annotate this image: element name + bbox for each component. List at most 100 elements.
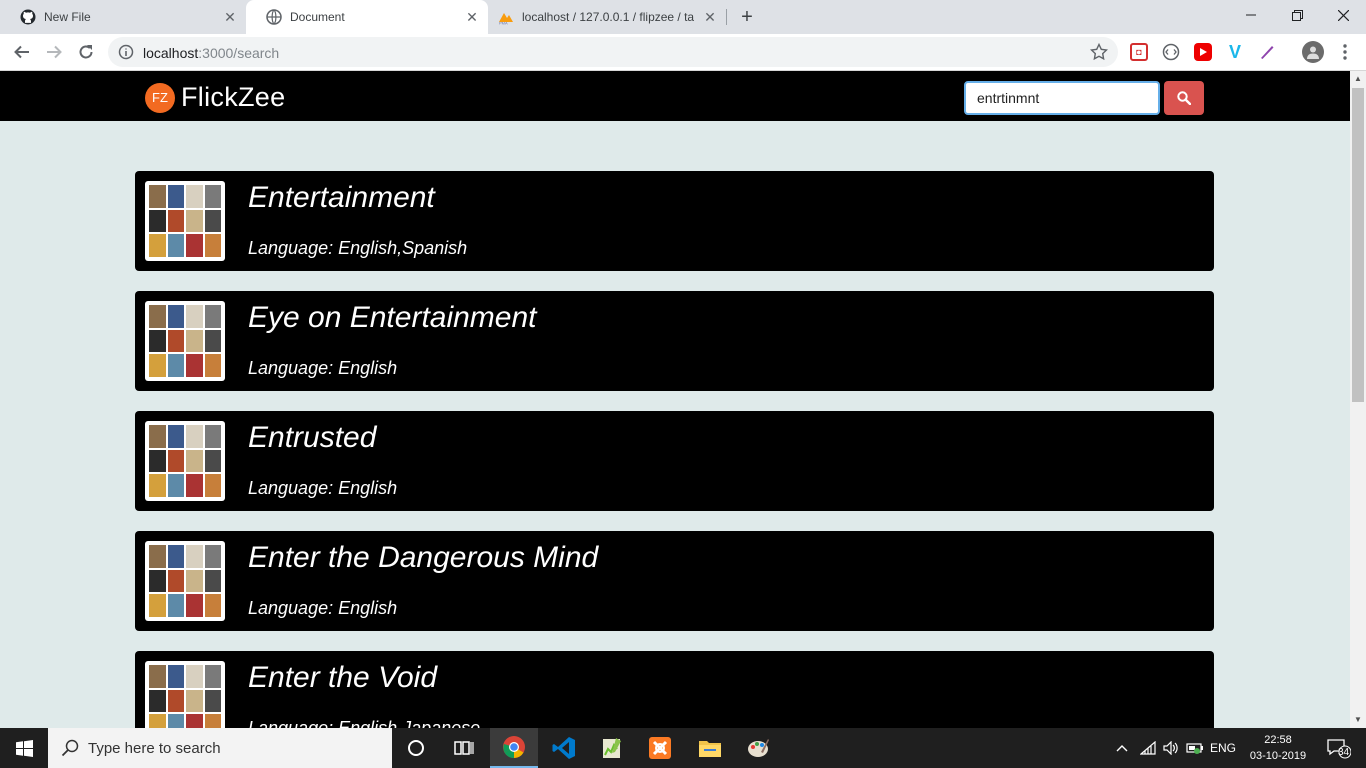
input-language-indicator[interactable]: ENG [1206, 728, 1240, 768]
result-card[interactable]: Enter the Void Language: English,Japanes… [135, 651, 1214, 728]
search-button[interactable] [1164, 81, 1204, 115]
poster-tile [149, 474, 166, 497]
minimize-button[interactable] [1228, 0, 1274, 30]
person-icon [1307, 46, 1319, 59]
site-logo[interactable]: FZ FlickZee [145, 82, 285, 113]
poster-tile [186, 665, 203, 688]
page-scrollbar[interactable]: ▲ ▼ [1350, 71, 1366, 728]
scroll-down-arrow-icon[interactable]: ▼ [1350, 712, 1366, 728]
taskbar-search-box[interactable]: Type here to search [48, 728, 392, 768]
result-title: Entertainment [248, 181, 435, 214]
info-icon [118, 44, 134, 60]
brand-name: FlickZee [181, 82, 286, 112]
network-icon[interactable] [1136, 728, 1160, 768]
movie-poster-thumbnail [145, 181, 225, 261]
address-bar[interactable]: localhost:3000/search [108, 37, 1118, 67]
poster-tile [204, 665, 221, 688]
close-icon[interactable]: ✕ [222, 9, 238, 25]
poster-tile [204, 305, 221, 328]
poster-tile [186, 689, 203, 713]
url-text[interactable]: localhost:3000/search [143, 45, 279, 61]
windows-logo-icon [15, 739, 33, 757]
phpmyadmin-icon: PMA [498, 9, 514, 25]
result-title: Eye on Entertainment [248, 301, 537, 334]
arrow-left-icon [14, 45, 29, 59]
poster-tile [149, 305, 166, 328]
cortana-icon [408, 740, 424, 756]
browser-toolbar: localhost:3000/search ◘ V [0, 34, 1366, 71]
result-title: Enter the Dangerous Mind [248, 541, 599, 574]
devtools-extension-icon[interactable] [1162, 43, 1180, 61]
poster-tile [149, 689, 166, 713]
tab-new-file[interactable]: New File ✕ [0, 0, 246, 34]
task-view-button[interactable] [440, 728, 488, 768]
vimeo-extension-icon[interactable]: V [1226, 42, 1244, 62]
system-clock[interactable]: 22:58 03-10-2019 [1240, 732, 1316, 764]
battery-icon[interactable] [1184, 728, 1206, 768]
volume-icon[interactable] [1160, 728, 1182, 768]
tab-title: New File [44, 10, 91, 24]
result-card[interactable]: Eye on Entertainment Language: English [135, 291, 1214, 391]
forward-button[interactable] [41, 40, 67, 64]
taskbar-notepadpp[interactable] [588, 728, 636, 768]
pocket-extension-icon[interactable]: ◘ [1130, 43, 1148, 61]
chrome-icon [503, 736, 525, 758]
poster-tile [149, 209, 166, 233]
action-center-button[interactable]: 34 [1318, 728, 1358, 768]
taskbar-paint[interactable] [734, 728, 782, 768]
taskbar-vscode[interactable] [540, 728, 588, 768]
taskbar-file-explorer[interactable] [686, 728, 734, 768]
poster-tile [204, 185, 221, 208]
youtube-extension-icon[interactable] [1194, 43, 1212, 61]
movie-poster-thumbnail [145, 421, 225, 501]
taskbar-xampp[interactable] [636, 728, 684, 768]
poster-tile [186, 234, 203, 257]
new-tab-button[interactable]: + [737, 7, 757, 27]
poster-tile [167, 569, 184, 593]
close-icon[interactable]: ✕ [702, 9, 718, 25]
poster-tile [149, 425, 166, 448]
tab-document[interactable]: Document ✕ [246, 0, 488, 34]
close-window-button[interactable] [1320, 0, 1366, 30]
menu-icon[interactable] [1336, 43, 1354, 61]
taskbar-chrome[interactable] [490, 728, 538, 768]
paint-palette-icon [748, 739, 769, 757]
scroll-up-arrow-icon[interactable]: ▲ [1350, 71, 1366, 87]
svg-text:PMA: PMA [499, 21, 508, 26]
poster-tile [204, 209, 221, 233]
bookmark-star-icon[interactable] [1090, 43, 1108, 61]
result-card[interactable]: Entrusted Language: English [135, 411, 1214, 511]
poster-tile [167, 545, 184, 568]
poster-tile [186, 714, 203, 728]
notification-count: 34 [1338, 747, 1350, 758]
page-viewport: FZ FlickZee Entertainment Language: Engl… [0, 71, 1350, 728]
poster-tile [204, 329, 221, 353]
tab-phpmyadmin[interactable]: PMA localhost / 127.0.0.1 / flipzee / ta… [478, 0, 726, 34]
cortana-button[interactable] [392, 728, 440, 768]
result-language: Language: English,Spanish [248, 238, 468, 258]
tab-divider [726, 9, 727, 25]
scrollbar-thumb[interactable] [1352, 88, 1364, 402]
reload-button[interactable] [73, 40, 99, 64]
url-path: :3000/search [198, 45, 280, 61]
logo-mark: FZ [145, 82, 175, 113]
result-card[interactable]: Enter the Dangerous Mind Language: Engli… [135, 531, 1214, 631]
poster-tile [149, 329, 166, 353]
poster-tile [186, 185, 203, 208]
profile-avatar[interactable] [1302, 41, 1324, 63]
show-hidden-icons-button[interactable] [1112, 728, 1132, 768]
search-input[interactable] [964, 81, 1160, 115]
folder-icon [699, 741, 721, 757]
restore-button[interactable] [1274, 0, 1320, 30]
poster-tile [167, 474, 184, 497]
back-button[interactable] [9, 40, 35, 64]
xampp-icon [649, 737, 671, 759]
poster-tile [149, 185, 166, 208]
notepad-plus-plus-icon [603, 738, 621, 758]
poster-tile [186, 474, 203, 497]
pen-extension-icon[interactable] [1258, 43, 1276, 61]
result-card[interactable]: Entertainment Language: English,Spanish [135, 171, 1214, 271]
poster-tile [186, 594, 203, 617]
start-button[interactable] [0, 728, 48, 768]
poster-tile [204, 425, 221, 448]
